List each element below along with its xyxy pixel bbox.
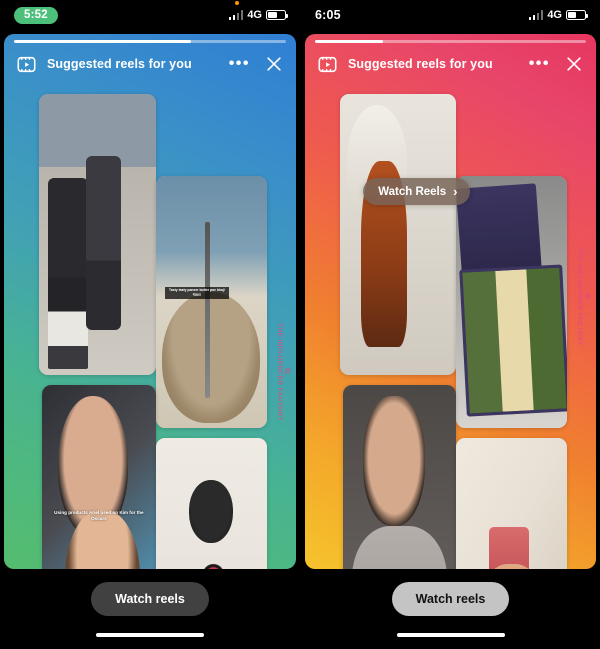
story-title: Suggested reels for you (348, 57, 493, 71)
story-progress-bar (315, 40, 586, 43)
story-header: Suggested reels for you ••• (305, 48, 596, 80)
reel-thumb-street-style[interactable] (39, 93, 156, 375)
reel-thumb-mezze-box[interactable] (456, 176, 567, 429)
reels-icon (16, 54, 37, 75)
status-clock: 5:52 (14, 6, 58, 24)
reel-thumb-candy-hand[interactable] (456, 438, 567, 569)
reel-caption-overlay: Using products Ariel used on Kim for the… (54, 509, 144, 522)
signal-bars-icon (528, 10, 544, 20)
watch-reels-button[interactable]: Watch reels (391, 581, 510, 616)
more-options-icon[interactable]: ••• (525, 56, 554, 72)
watermark-text: THE INFLUENCER FACTORY (275, 322, 283, 421)
reel-thumb-street-food[interactable]: Tasty tasty paneer butter pav bhaji ₹50!… (155, 176, 267, 429)
home-indicator (96, 632, 204, 637)
reels-icon (317, 54, 338, 75)
reel-thumbnail-image (155, 438, 267, 569)
status-indicators: 4G (528, 9, 588, 21)
reel-thumbnail-image (456, 438, 567, 569)
watch-reels-pill-button[interactable]: Watch Reels › (363, 178, 470, 206)
story-card[interactable]: Suggested reels for you ••• ⧉ THE INFLUE… (305, 34, 596, 569)
reels-grid (305, 84, 596, 569)
reel-thumb-lip-balms[interactable]: We are resting on my bed. Randomly said … (155, 438, 267, 569)
reel-thumbnail-image (342, 384, 457, 569)
reel-thumbnail-image (456, 176, 567, 429)
battery-icon (266, 10, 288, 20)
reel-caption-overlay: Tasty tasty paneer butter pav bhaji ₹50!… (164, 287, 230, 299)
reel-thumb-hair-salon[interactable] (339, 93, 457, 375)
reel-thumb-kim-makeup[interactable]: Using products Ariel used on Kim for the… (41, 384, 156, 569)
story-header: Suggested reels for you ••• (4, 48, 296, 80)
watermark-logo-icon: ⧉ (283, 367, 292, 374)
network-type-label: 4G (247, 9, 262, 21)
watermark: ⧉ THE INFLUENCER FACTORY (275, 323, 292, 421)
close-icon[interactable] (564, 54, 584, 74)
watermark: ⧉ THE INFLUENCER FACTORY (575, 248, 592, 346)
status-bar: 6:05 4G (301, 0, 600, 30)
status-bar: 5:52 4G (0, 0, 300, 30)
story-progress-fill (315, 40, 383, 43)
reel-thumbnail-image (41, 384, 156, 569)
story-progress-bar (14, 40, 286, 43)
network-type-label: 4G (547, 9, 562, 21)
more-options-icon[interactable]: ••• (225, 56, 254, 72)
story-progress-fill (14, 40, 191, 43)
close-icon[interactable] (264, 54, 284, 74)
home-indicator (396, 632, 505, 637)
story-card[interactable]: Suggested reels for you ••• Tasty tasty … (4, 34, 296, 569)
reel-thumbnail-image (39, 93, 156, 375)
watermark-text: THE INFLUENCER FACTORY (575, 248, 583, 346)
reels-grid: Tasty tasty paneer butter pav bhaji ₹50!… (4, 84, 296, 569)
battery-icon (566, 10, 588, 20)
watch-reels-button[interactable]: Watch reels (91, 581, 209, 616)
reel-thumb-eye-makeup[interactable] (342, 384, 457, 569)
recording-indicator-dot (234, 1, 239, 5)
phone-screenshot: 6:05 4G Suggested reels for you ••• ⧉ TH… (300, 0, 600, 649)
status-clock: 6:05 (315, 8, 341, 22)
status-indicators: 4G (228, 1, 288, 21)
bottom-bar: Watch reels (0, 569, 300, 649)
reel-thumbnail-image (155, 176, 267, 429)
signal-bars-icon (228, 10, 244, 20)
watermark-logo-icon: ⧉ (583, 292, 592, 300)
bottom-bar: Watch reels (301, 569, 600, 649)
reel-thumbnail-image (339, 93, 457, 375)
watch-reels-pill-label: Watch Reels (378, 185, 447, 198)
story-title: Suggested reels for you (47, 57, 192, 71)
chevron-right-icon: › (453, 184, 458, 200)
phone-screenshot: 5:52 4G Suggested reels for you ••• Tast… (0, 0, 300, 649)
